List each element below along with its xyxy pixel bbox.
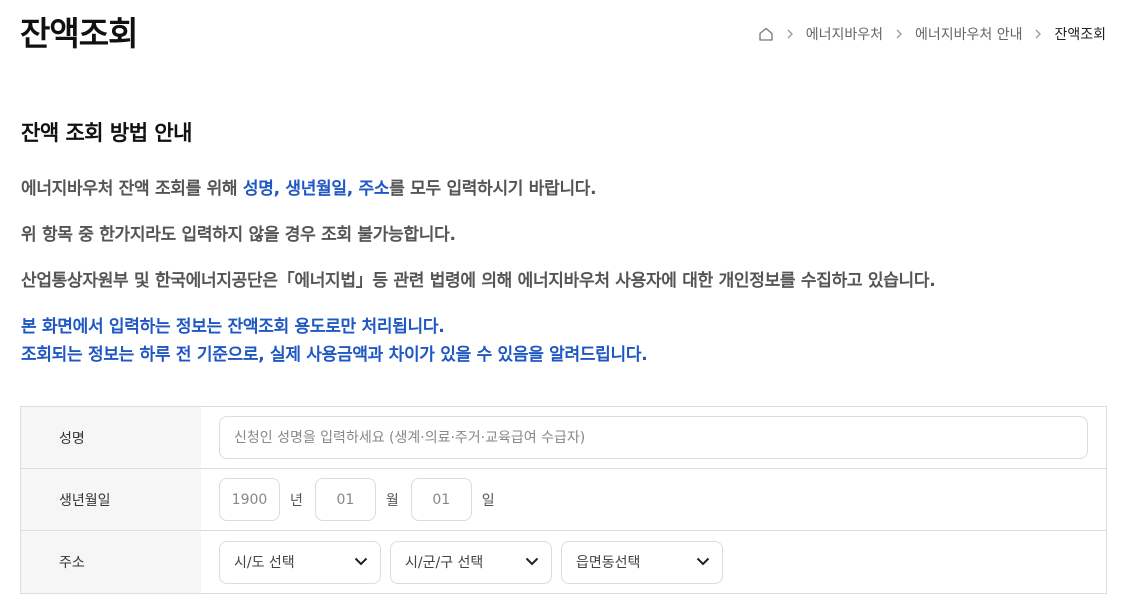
instruction-prefix: 에너지바우처 잔액 조회를 위해 — [21, 179, 243, 199]
chevron-right-icon — [786, 29, 794, 39]
breadcrumb-item-balance-inquiry[interactable]: 잔액조회 — [1054, 24, 1106, 44]
balance-inquiry-form: 성명 생년월일 년 월 일 주소 시/도 선택 시/군/구 선택 — [20, 406, 1107, 594]
birth-year-input[interactable] — [219, 478, 280, 521]
year-unit: 년 — [290, 492, 303, 509]
section-title: 잔액 조회 방법 안내 — [21, 121, 193, 145]
sido-select[interactable]: 시/도 선택 — [219, 540, 381, 584]
chevron-right-icon — [1034, 29, 1042, 39]
address-label: 주소 — [21, 531, 201, 593]
breadcrumb: 에너지바우처 에너지바우처 안내 잔액조회 — [758, 22, 1106, 46]
privacy-text: 산업통상자원부 및 한국에너지공단은「에너지법」등 관련 법령에 의해 에너지바… — [21, 271, 936, 291]
name-label: 성명 — [21, 407, 201, 468]
home-icon[interactable] — [758, 26, 774, 42]
month-unit: 월 — [385, 492, 399, 509]
warning-text: 위 항목 중 한가지라도 입력하지 않을 경우 조회 불가능합니다. — [21, 225, 456, 245]
sigungu-select-value: 시/군/구 선택 — [405, 555, 484, 571]
chevron-down-icon — [525, 554, 539, 570]
eupmyeondong-select[interactable]: 읍면동선택 — [561, 540, 723, 584]
birth-day-input[interactable] — [410, 478, 472, 521]
name-input[interactable] — [219, 416, 1088, 459]
notice-text: 본 화면에서 입력하는 정보는 잔액조회 용도로만 처리됩니다. 조회되는 정보… — [21, 313, 648, 369]
chevron-down-icon — [696, 554, 710, 570]
birth-row: 생년월일 년 월 일 — [21, 469, 1106, 531]
page-title: 잔액조회 — [20, 14, 138, 53]
name-row: 성명 — [21, 407, 1106, 469]
birth-label: 생년월일 — [21, 469, 201, 530]
breadcrumb-item-energy-voucher[interactable]: 에너지바우처 — [806, 24, 883, 44]
chevron-down-icon — [354, 554, 368, 570]
instruction-suffix: 를 모두 입력하시기 바랍니다. — [389, 179, 597, 199]
address-row: 주소 시/도 선택 시/군/구 선택 읍면동선택 — [21, 531, 1106, 593]
breadcrumb-item-voucher-guide[interactable]: 에너지바우처 안내 — [915, 24, 1023, 44]
chevron-right-icon — [895, 29, 903, 39]
notice-line-1: 본 화면에서 입력하는 정보는 잔액조회 용도로만 처리됩니다. — [21, 317, 445, 337]
eupmyeondong-select-value: 읍면동선택 — [576, 555, 641, 571]
instruction-text: 에너지바우처 잔액 조회를 위해 성명, 생년월일, 주소를 모두 입력하시기 … — [21, 175, 597, 203]
required-fields-highlight: 성명, 생년월일, 주소 — [242, 179, 390, 199]
notice-line-2: 조회되는 정보는 하루 전 기준으로, 실제 사용금액과 차이가 있을 수 있음… — [21, 345, 648, 365]
sido-select-value: 시/도 선택 — [234, 555, 295, 571]
birth-month-input[interactable] — [314, 478, 376, 521]
day-unit: 일 — [481, 492, 495, 509]
sigungu-select[interactable]: 시/군/구 선택 — [390, 540, 552, 584]
